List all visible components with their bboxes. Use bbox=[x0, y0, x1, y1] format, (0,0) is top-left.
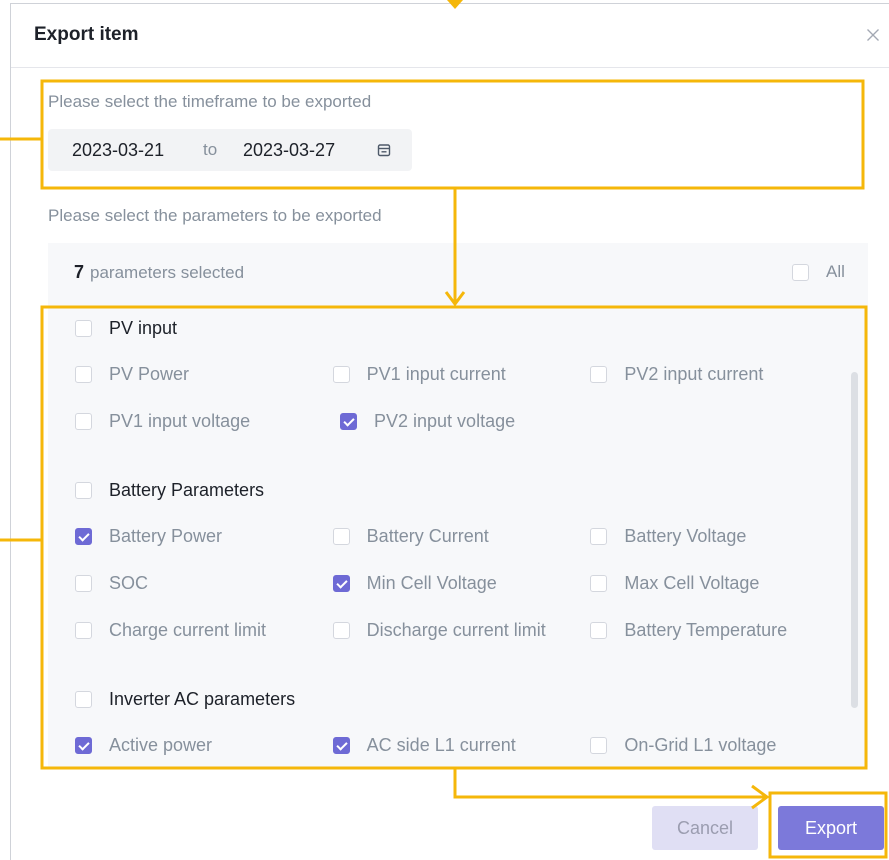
param-checkbox[interactable] bbox=[75, 622, 92, 639]
close-icon[interactable] bbox=[864, 26, 882, 44]
param-checkbox[interactable] bbox=[332, 737, 350, 754]
param-checkbox[interactable] bbox=[75, 366, 92, 383]
param-label: PV2 input current bbox=[624, 364, 764, 384]
param-checkbox[interactable] bbox=[332, 575, 350, 592]
param-label: Battery Voltage bbox=[624, 526, 747, 546]
group-checkbox[interactable] bbox=[75, 690, 92, 708]
param-row: PV1 input voltage PV2 input voltage bbox=[48, 398, 848, 445]
param-ac-side-l1-current[interactable]: AC side L1 current bbox=[332, 735, 591, 756]
group-checkbox[interactable] bbox=[75, 319, 92, 337]
param-row: Battery Power Battery Current Battery Vo… bbox=[48, 513, 848, 560]
param-row: SOC Min Cell Voltage Max Cell Voltage bbox=[48, 560, 848, 607]
param-checkbox[interactable] bbox=[332, 528, 350, 545]
param-row: Charge current limit Discharge current l… bbox=[48, 607, 848, 654]
select-all-checkbox[interactable] bbox=[792, 263, 809, 281]
param-checkbox[interactable] bbox=[590, 622, 608, 639]
parameters-label: Please select the parameters to be expor… bbox=[48, 206, 382, 225]
group-inverter-ac-parameters: Inverter AC parameters Active power AC s… bbox=[48, 676, 848, 767]
param-pv2-input-voltage[interactable]: PV2 input voltage bbox=[340, 411, 605, 432]
group-name: Battery Parameters bbox=[109, 479, 265, 500]
selected-count-number: 7 bbox=[74, 262, 85, 282]
select-all-label: All bbox=[826, 262, 845, 281]
param-label: Discharge current limit bbox=[366, 620, 546, 640]
param-checkbox[interactable] bbox=[590, 528, 608, 545]
select-all-toggle[interactable]: All bbox=[792, 261, 845, 283]
parameter-list: PV input PV Power PV1 input current PV2 … bbox=[48, 305, 848, 767]
param-soc[interactable]: SOC bbox=[75, 573, 333, 594]
param-label: On-Grid L1 voltage bbox=[624, 735, 777, 755]
param-checkbox[interactable] bbox=[75, 528, 92, 545]
group-header-battery-parameters[interactable]: Battery Parameters bbox=[48, 467, 848, 513]
calendar-icon[interactable] bbox=[377, 143, 391, 157]
param-checkbox[interactable] bbox=[590, 575, 608, 592]
param-battery-temperature[interactable]: Battery Temperature bbox=[590, 620, 848, 641]
group-battery-parameters: Battery Parameters Battery Power Battery… bbox=[48, 467, 848, 654]
param-charge-current-limit[interactable]: Charge current limit bbox=[75, 620, 333, 641]
param-battery-power[interactable]: Battery Power bbox=[75, 526, 333, 547]
group-checkbox[interactable] bbox=[75, 481, 92, 499]
param-checkbox[interactable] bbox=[332, 622, 350, 639]
parameter-list-scrollbar[interactable] bbox=[851, 372, 858, 708]
group-name: PV input bbox=[109, 317, 178, 338]
param-label: PV1 input current bbox=[366, 364, 506, 384]
group-header-pv-input[interactable]: PV input bbox=[48, 305, 848, 351]
param-label: Battery Power bbox=[109, 526, 223, 546]
export-dialog: Export item Please select the timeframe … bbox=[0, 0, 889, 860]
param-label: Battery Temperature bbox=[624, 620, 788, 640]
param-pv2-input-current[interactable]: PV2 input current bbox=[590, 364, 848, 385]
param-discharge-current-limit[interactable]: Discharge current limit bbox=[332, 620, 591, 641]
timeframe-label: Please select the timeframe to be export… bbox=[48, 92, 372, 111]
param-label: AC side L1 current bbox=[366, 735, 516, 755]
param-label: Min Cell Voltage bbox=[366, 573, 497, 593]
param-checkbox[interactable] bbox=[75, 413, 92, 430]
param-label: PV Power bbox=[109, 364, 190, 384]
param-label: Battery Current bbox=[366, 526, 489, 546]
export-button[interactable]: Export bbox=[778, 806, 884, 850]
parameters-panel: 7 parameters selected All PV input PV Pow… bbox=[48, 243, 868, 767]
param-pv1-input-current[interactable]: PV1 input current bbox=[332, 364, 591, 385]
param-label: SOC bbox=[109, 573, 149, 593]
param-checkbox[interactable] bbox=[75, 737, 92, 754]
param-min-cell-voltage[interactable]: Min Cell Voltage bbox=[332, 573, 591, 594]
param-label: PV1 input voltage bbox=[109, 411, 251, 431]
param-row: PV Power PV1 input current PV2 input cur… bbox=[48, 351, 848, 398]
selected-count-text: parameters selected bbox=[90, 263, 245, 282]
param-checkbox[interactable] bbox=[590, 366, 608, 383]
param-battery-current[interactable]: Battery Current bbox=[332, 526, 591, 547]
param-checkbox[interactable] bbox=[590, 737, 608, 754]
param-battery-voltage[interactable]: Battery Voltage bbox=[590, 526, 848, 547]
param-active-power[interactable]: Active power bbox=[75, 735, 333, 756]
dialog-title: Export item bbox=[34, 24, 139, 45]
param-pv1-input-voltage[interactable]: PV1 input voltage bbox=[75, 411, 340, 432]
param-row: Active power AC side L1 current On-Grid … bbox=[48, 722, 848, 767]
date-range-separator: to bbox=[203, 140, 218, 159]
group-name: Inverter AC parameters bbox=[109, 688, 296, 709]
param-pv-power[interactable]: PV Power bbox=[75, 364, 333, 385]
group-header-inverter-ac-parameters[interactable]: Inverter AC parameters bbox=[48, 676, 848, 722]
param-label: Charge current limit bbox=[109, 620, 267, 640]
param-on-grid-l1-voltage[interactable]: On-Grid L1 voltage bbox=[590, 735, 848, 756]
param-label: Max Cell Voltage bbox=[624, 573, 760, 593]
start-date-input[interactable]: 2023-03-21 bbox=[72, 129, 164, 171]
param-checkbox[interactable] bbox=[75, 575, 92, 592]
cancel-button[interactable]: Cancel bbox=[652, 806, 758, 850]
end-date-input[interactable]: 2023-03-27 bbox=[243, 129, 335, 171]
param-label: Active power bbox=[109, 735, 213, 755]
header-divider bbox=[11, 67, 889, 68]
param-checkbox[interactable] bbox=[332, 366, 350, 383]
group-pv-input: PV input PV Power PV1 input current PV2 … bbox=[48, 305, 848, 445]
param-checkbox[interactable] bbox=[340, 413, 357, 430]
selected-count: 7 parameters selected bbox=[74, 261, 244, 285]
param-max-cell-voltage[interactable]: Max Cell Voltage bbox=[590, 573, 848, 594]
param-label: PV2 input voltage bbox=[374, 411, 516, 431]
date-range-picker[interactable]: 2023-03-21 to 2023-03-27 bbox=[48, 129, 412, 171]
